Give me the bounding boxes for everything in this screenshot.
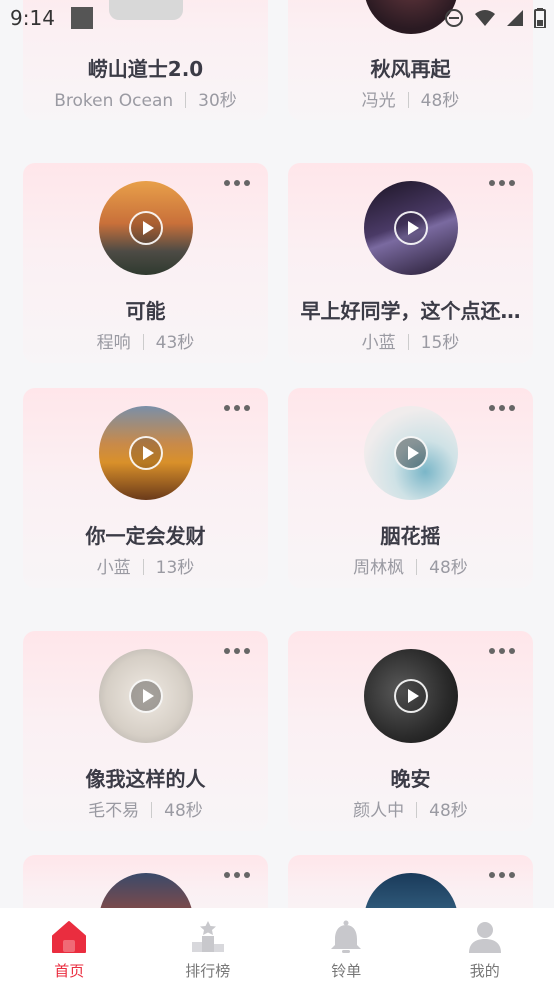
battery-icon [534, 8, 546, 28]
song-card[interactable]: 可能 程响 43秒 [23, 163, 268, 363]
song-duration: 48秒 [429, 801, 468, 821]
song-meta: 程响 43秒 [23, 328, 268, 353]
song-title: 胭花摇 [380, 524, 441, 548]
song-duration: 48秒 [429, 558, 468, 578]
tab-ringtone[interactable]: 铃单 [277, 908, 416, 985]
song-card[interactable]: 像我这样的人 毛不易 48秒 [23, 631, 268, 831]
play-icon[interactable] [394, 679, 428, 713]
tab-profile[interactable]: 我的 [416, 908, 554, 985]
play-icon[interactable] [129, 211, 163, 245]
song-duration: 13秒 [155, 558, 195, 578]
song-title: 崂山道士2.0 [87, 57, 204, 81]
tab-home[interactable]: 首页 [0, 908, 139, 985]
song-artist: 周林枫 [353, 558, 405, 578]
tab-ranking[interactable]: 排行榜 [139, 908, 278, 985]
wifi-icon [475, 10, 495, 26]
song-title: 像我这样的人 [85, 767, 206, 791]
more-icon[interactable] [489, 179, 515, 187]
song-artist: 毛不易 [88, 801, 140, 821]
more-icon[interactable] [224, 871, 250, 879]
song-meta: 冯光 48秒 [288, 86, 533, 111]
tab-label: 我的 [469, 962, 500, 980]
album-cover [99, 406, 193, 500]
tab-label: 首页 [54, 962, 85, 980]
song-artist: 颜人中 [353, 801, 405, 821]
person-icon [468, 922, 501, 953]
song-artist: 程响 [96, 333, 131, 353]
song-card[interactable]: 早上好同学，这个点还… 小蓝 15秒 [288, 163, 533, 363]
more-icon[interactable] [489, 404, 515, 412]
song-duration: 43秒 [155, 333, 195, 353]
song-card[interactable]: 你一定会发财 小蓝 13秒 [23, 388, 268, 588]
song-meta: 小蓝 13秒 [23, 553, 268, 578]
song-title: 早上好同学，这个点还… [300, 299, 521, 323]
play-icon[interactable] [129, 679, 163, 713]
song-artist: 小蓝 [96, 558, 131, 578]
song-title: 秋风再起 [370, 57, 451, 81]
song-title: 可能 [125, 299, 166, 323]
song-duration: 15秒 [420, 333, 460, 353]
tab-label: 铃单 [331, 962, 362, 980]
song-duration: 48秒 [420, 91, 460, 111]
more-icon[interactable] [489, 647, 515, 655]
album-cover [99, 181, 193, 275]
song-card[interactable]: 胭花摇 周林枫 48秒 [288, 388, 533, 588]
bell-icon [331, 920, 362, 953]
more-icon[interactable] [224, 647, 250, 655]
play-icon[interactable] [129, 436, 163, 470]
status-bar: 9:14 [0, 0, 554, 36]
podium-icon [191, 921, 224, 952]
notification-icon [70, 7, 93, 29]
album-cover [99, 649, 193, 743]
song-artist: Broken Ocean [54, 91, 174, 111]
album-cover [364, 181, 458, 275]
album-cover [364, 406, 458, 500]
do-not-disturb-icon [445, 9, 463, 27]
song-duration: 30秒 [198, 91, 237, 111]
status-time: 9:14 [10, 6, 55, 30]
system-icons [444, 8, 546, 28]
tab-label: 排行榜 [185, 962, 231, 980]
home-icon [52, 921, 87, 953]
more-icon[interactable] [489, 871, 515, 879]
song-meta: 周林枫 48秒 [288, 553, 533, 578]
song-meta: 毛不易 48秒 [23, 796, 268, 821]
song-card[interactable]: 晚安 颜人中 48秒 [288, 631, 533, 831]
bottom-tab-bar: 首页 排行榜 铃单 我的 [0, 908, 554, 985]
song-artist: 小蓝 [361, 333, 396, 353]
song-meta: 小蓝 15秒 [288, 328, 533, 353]
play-icon[interactable] [394, 436, 428, 470]
song-duration: 48秒 [164, 801, 203, 821]
song-meta: 颜人中 48秒 [288, 796, 533, 821]
album-cover [364, 649, 458, 743]
song-meta: Broken Ocean 30秒 [23, 86, 268, 111]
play-icon[interactable] [394, 211, 428, 245]
song-title: 你一定会发财 [85, 524, 206, 548]
more-icon[interactable] [224, 404, 250, 412]
signal-icon [507, 10, 523, 26]
song-artist: 冯光 [361, 91, 396, 111]
more-icon[interactable] [224, 179, 250, 187]
song-title: 晚安 [390, 767, 431, 791]
